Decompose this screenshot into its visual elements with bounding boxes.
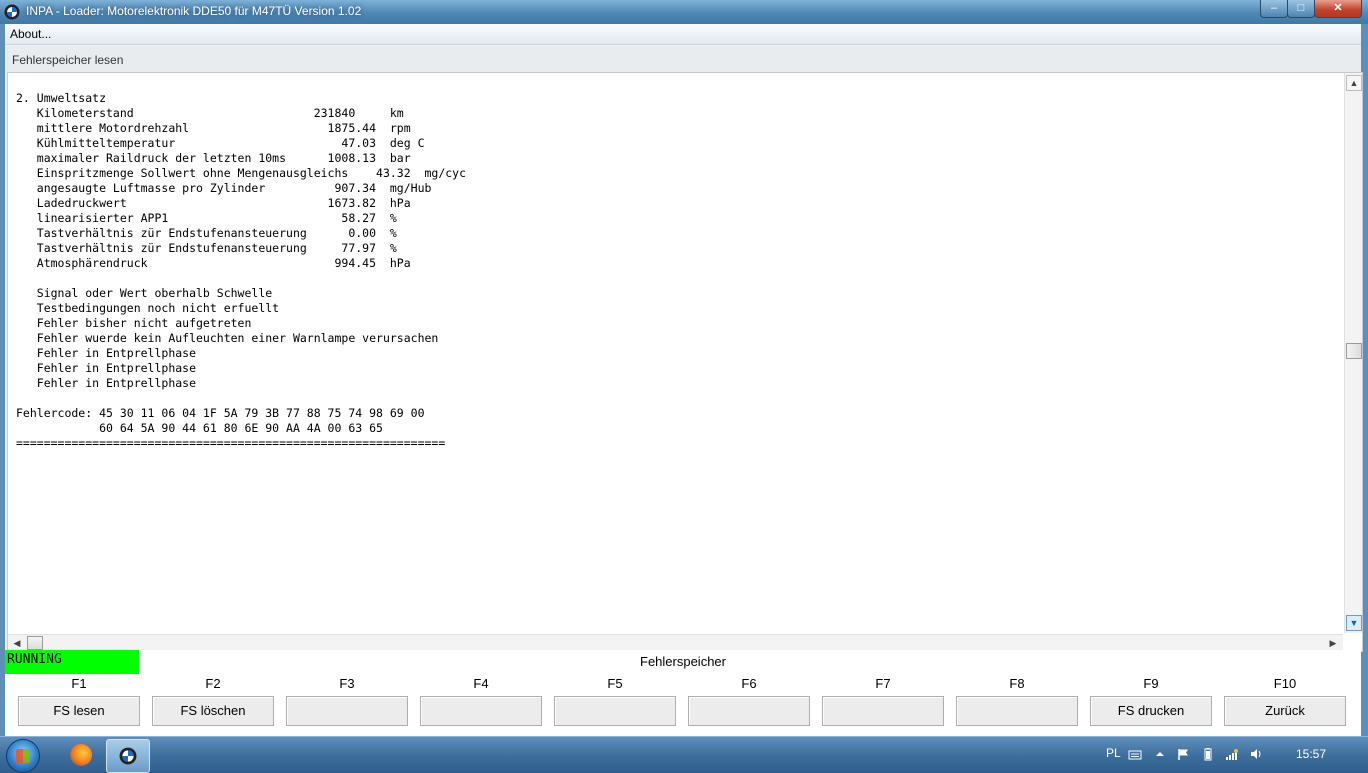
fkey-f3-button[interactable]: [286, 696, 408, 726]
bmw-logo-icon: [4, 4, 20, 20]
fkey-f9: F9 FS drucken: [1090, 674, 1212, 734]
fkey-f4-button[interactable]: [420, 696, 542, 726]
scroll-left-button[interactable]: ◀: [10, 636, 24, 650]
maximize-button[interactable]: □: [1287, 0, 1315, 18]
fkey-f4: F4: [420, 674, 542, 734]
network-icon[interactable]: [1225, 747, 1239, 761]
fkey-f8-button[interactable]: [956, 696, 1078, 726]
function-key-bar: F1 FS lesen F2 FS löschen F3 F4 F5 F6 F7 F8 F9 FS d…: [5, 674, 1361, 736]
start-button[interactable]: [6, 739, 40, 773]
fkey-f2: F2 FS löschen: [152, 674, 274, 734]
action-center-flag-icon[interactable]: [1176, 747, 1190, 761]
show-hidden-icons-icon[interactable]: [1153, 747, 1167, 761]
status-row: RUNNING Fehlerspeicher: [5, 650, 1361, 674]
fkey-f5: F5: [554, 674, 676, 734]
minimize-button[interactable]: –: [1260, 0, 1288, 18]
taskbar: PL 15:57: [0, 736, 1368, 773]
fkey-label: F1: [71, 676, 87, 691]
menu-about[interactable]: About...: [10, 27, 51, 41]
fkey-f9-button[interactable]: FS drucken: [1090, 696, 1212, 726]
fkey-f5-button[interactable]: [554, 696, 676, 726]
fkey-label: F3: [339, 676, 355, 691]
section-header: Fehlerspeicher lesen: [5, 46, 1361, 72]
window-title: INPA - Loader: Motorelektronik DDE50 für…: [26, 4, 362, 18]
fkey-f1-button[interactable]: FS lesen: [18, 696, 140, 726]
fkey-f7-button[interactable]: [822, 696, 944, 726]
fkey-label: F10: [1273, 676, 1297, 691]
fkey-f10: F10 Zurück: [1224, 674, 1346, 734]
horizontal-scrollbar[interactable]: ◀ ▶: [8, 634, 1343, 651]
close-button[interactable]: ✕: [1314, 0, 1362, 18]
horizontal-scroll-thumb[interactable]: [27, 636, 43, 650]
fkey-label: F4: [473, 676, 489, 691]
section-title: Fehlerspeicher lesen: [12, 53, 124, 67]
keyboard-icon[interactable]: [1128, 747, 1142, 761]
battery-icon[interactable]: [1201, 747, 1215, 761]
firefox-taskbar-icon[interactable]: [70, 744, 92, 766]
status-title: Fehlerspeicher: [640, 654, 726, 669]
scroll-right-button[interactable]: ▶: [1326, 636, 1340, 650]
diagnostic-output: 2. Umweltsatz Kilometerstand 231840 km m…: [16, 91, 467, 450]
fkey-label: F6: [741, 676, 757, 691]
output-panel: 2. Umweltsatz Kilometerstand 231840 km m…: [7, 72, 1363, 652]
scroll-up-button[interactable]: ▲: [1346, 75, 1362, 91]
fkey-label: F5: [607, 676, 623, 691]
inpa-taskbar-button[interactable]: [106, 739, 150, 773]
fkey-label: F9: [1143, 676, 1159, 691]
fkey-f7: F7: [822, 674, 944, 734]
fkey-label: F8: [1009, 676, 1025, 691]
fkey-f10-button[interactable]: Zurück: [1224, 696, 1346, 726]
app-window: About... Fehlerspeicher lesen 2. Umwelts…: [5, 24, 1363, 736]
clock[interactable]: 15:57: [1296, 747, 1326, 761]
title-bar: INPA - Loader: Motorelektronik DDE50 für…: [0, 0, 1368, 24]
fkey-f6: F6: [688, 674, 810, 734]
fkey-f3: F3: [286, 674, 408, 734]
volume-icon[interactable]: [1249, 747, 1263, 761]
menu-bar: About...: [5, 24, 1361, 45]
fkey-f8: F8: [956, 674, 1078, 734]
fkey-label: F2: [205, 676, 221, 691]
fkey-f1: F1 FS lesen: [18, 674, 140, 734]
fkey-f6-button[interactable]: [688, 696, 810, 726]
language-indicator[interactable]: PL: [1106, 746, 1121, 760]
vertical-scroll-thumb[interactable]: [1346, 343, 1362, 359]
scroll-down-button[interactable]: ▼: [1346, 615, 1362, 631]
bmw-logo-icon: [119, 747, 137, 765]
vertical-scrollbar[interactable]: ▲ ▼: [1344, 73, 1362, 633]
fkey-label: F7: [875, 676, 891, 691]
fkey-f2-button[interactable]: FS löschen: [152, 696, 274, 726]
